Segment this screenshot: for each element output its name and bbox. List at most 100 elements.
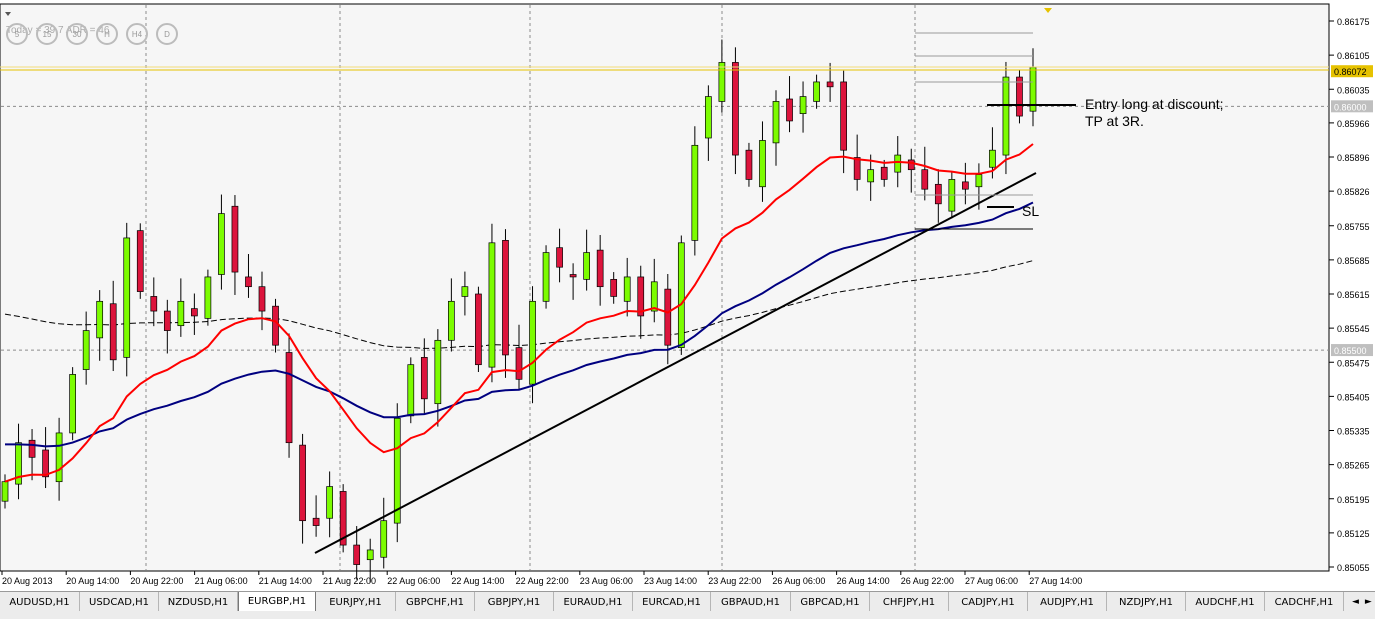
price-tick-label: 0.86035 [1337, 85, 1370, 95]
candle-bear [136, 230, 144, 292]
candle-bull [96, 300, 104, 339]
candle-bear [880, 166, 888, 180]
price-tick-label: 0.85195 [1337, 495, 1370, 505]
symbol-tab[interactable]: AUDCHF,H1 [1186, 592, 1265, 612]
symbol-tab[interactable]: EURJPY,H1 [316, 592, 396, 612]
candle-bull [691, 144, 699, 241]
time-tick-label: 27 Aug 14:00 [1029, 576, 1082, 586]
candle-bull [380, 520, 388, 558]
time-tick-label: 27 Aug 06:00 [965, 576, 1018, 586]
time-tick-label: 23 Aug 14:00 [644, 576, 697, 586]
candle-bear [962, 181, 969, 190]
candle-bull [204, 276, 212, 319]
symbol-tab[interactable]: CADJPY,H1 [949, 592, 1028, 612]
time-tick-label: 22 Aug 22:00 [516, 576, 569, 586]
candle-bear [420, 357, 428, 400]
timeframe-button-label: 15 [43, 30, 52, 39]
candle-bear [907, 159, 915, 171]
time-tick-label: 23 Aug 06:00 [580, 576, 633, 586]
candle-bear [258, 286, 266, 312]
symbol-tab[interactable]: GBPAUD,H1 [711, 592, 791, 612]
candle-bull [326, 486, 333, 519]
candle-bear [150, 296, 158, 312]
time-tick-label: 26 Aug 14:00 [837, 576, 890, 586]
candle-bull [894, 154, 902, 173]
candle-bear [596, 249, 604, 288]
candle-bear [934, 183, 942, 205]
tab-scroll: ◄ ► [1344, 592, 1372, 612]
candle-bull [434, 339, 442, 405]
candle-bull [69, 374, 76, 434]
symbol-tab[interactable]: EURCAD,H1 [633, 592, 711, 612]
candle-bear [556, 247, 563, 268]
symbol-tab-bar: AUDUSD,H1 USDCAD,H1 NZDUSD,H1 EURGBP,H1 EURJ… [0, 591, 1375, 612]
price-tick-label: 0.85475 [1337, 358, 1370, 368]
plot-area[interactable] [0, 3, 1330, 572]
timeframe-button-label: H4 [132, 30, 143, 39]
candle-bear [786, 98, 793, 122]
candle-bull [799, 96, 807, 114]
price-tick-label: 0.85055 [1337, 563, 1370, 573]
time-tick-label: 20 Aug 14:00 [66, 576, 119, 586]
candle-bull [867, 169, 875, 183]
entry-annotation: Entry long at discount; [1085, 96, 1224, 112]
timeframe-button-label: H [104, 30, 110, 39]
time-tick-label: 22 Aug 06:00 [387, 576, 440, 586]
status-strip [0, 611, 1375, 619]
candle-bear [191, 308, 198, 317]
price-tick-label: 0.85966 [1337, 119, 1370, 129]
sl-annotation: SL [1022, 203, 1039, 219]
candle-bear [299, 444, 306, 522]
time-tick-label: 21 Aug 22:00 [323, 576, 376, 586]
symbol-tab[interactable]: GBPCAD,H1 [791, 592, 870, 612]
candle-bear [231, 205, 239, 273]
time-tick-label: 20 Aug 22:00 [130, 576, 183, 586]
candle-bear [840, 81, 847, 151]
price-chart[interactable]: Entry long at discount; TP at 3R. SL Tod… [0, 0, 1375, 619]
candle-bull [393, 417, 401, 524]
price-tick-label: 0.85685 [1337, 256, 1370, 266]
candle-bear [285, 352, 293, 444]
symbol-tab[interactable]: CHFJPY,H1 [870, 592, 949, 612]
candle-bear [163, 310, 171, 331]
candle-bear [42, 449, 49, 478]
symbol-tab[interactable]: GBPCHF,H1 [396, 592, 475, 612]
candle-bull [989, 149, 996, 168]
symbol-tab[interactable]: NZDJPY,H1 [1107, 592, 1186, 612]
candle-bear [28, 439, 36, 458]
candle-bear [245, 276, 252, 288]
candle-bear [745, 149, 753, 180]
timeframe-button-label: 5 [15, 30, 20, 39]
candle-bull [1002, 76, 1010, 156]
symbol-tab[interactable]: GBPJPY,H1 [475, 592, 554, 612]
candle-bear [109, 303, 117, 361]
candle-bear [853, 157, 861, 180]
candle-bear [272, 305, 279, 346]
candle-bear [921, 169, 929, 190]
timeframe-button-label: D [164, 30, 170, 39]
price-tick-label: 0.85265 [1337, 461, 1370, 471]
candle-bear [1016, 76, 1023, 117]
candle-bear [312, 517, 320, 526]
symbol-tab[interactable]: EURGBP,H1 [238, 592, 316, 612]
tp-annotation: TP at 3R. [1085, 113, 1144, 129]
candle-bear [515, 347, 523, 380]
scroll-left-icon[interactable]: ◄ [1352, 597, 1359, 607]
candle-bull [1, 481, 9, 502]
candle-bull [623, 276, 631, 302]
candle-bull [759, 140, 766, 188]
symbol-tab[interactable]: EURAUD,H1 [554, 592, 633, 612]
symbol-tab[interactable]: NZDUSD,H1 [159, 592, 238, 612]
candle-bull [407, 364, 415, 417]
price-tick-label: 0.85615 [1337, 290, 1370, 300]
price-label: 0.86000 [1334, 102, 1367, 112]
symbol-tab[interactable]: CADCHF,H1 [1265, 592, 1344, 612]
scroll-right-icon[interactable]: ► [1365, 597, 1372, 607]
symbol-tab[interactable]: AUDUSD,H1 [0, 592, 80, 612]
candle-bull [650, 281, 658, 312]
price-tick-label: 0.85755 [1337, 222, 1370, 232]
symbol-tab[interactable]: USDCAD,H1 [80, 592, 159, 612]
time-tick-label: 21 Aug 14:00 [259, 576, 312, 586]
candle-bear [475, 293, 482, 366]
symbol-tab[interactable]: AUDJPY,H1 [1028, 592, 1107, 612]
